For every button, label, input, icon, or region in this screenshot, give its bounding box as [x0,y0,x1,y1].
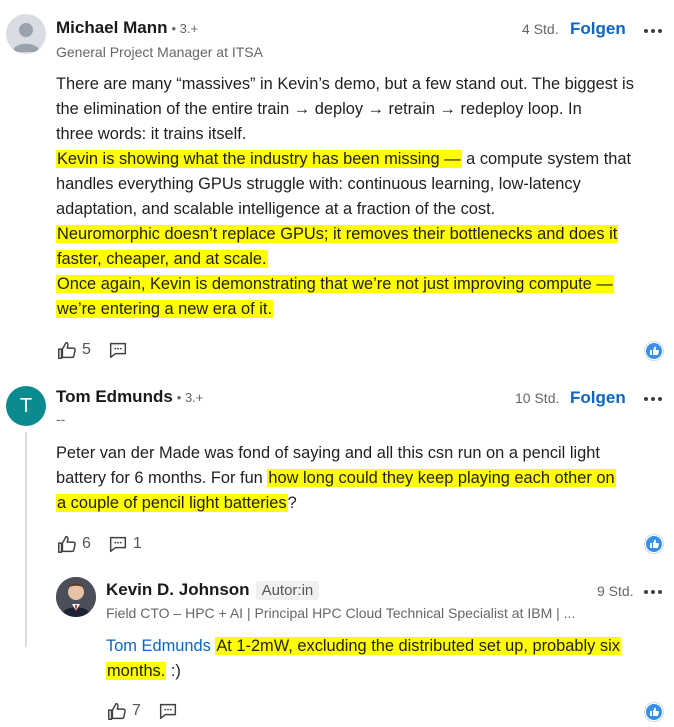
connection-degree: • 3.+ [171,21,199,36]
like-count: 6 [82,535,91,552]
like-icon [58,535,76,553]
reply-button[interactable] [157,700,179,722]
like-icon [58,341,76,359]
text-segment: battery for 6 months. For fun [56,469,268,487]
text-line: Once again, Kevin is demonstrating that … [56,272,634,297]
highlighted-text: we’re entering a new era of it. [56,300,274,318]
highlighted-text: Once again, Kevin is demonstrating that … [56,275,614,293]
text-line: faster, cheaper, and at scale. [56,247,634,272]
reply-button[interactable] [107,339,129,361]
text-segment: handles everything GPUs struggle with: c… [56,175,581,193]
more-icon[interactable] [644,24,666,38]
text-line: Peter van der Made was fond of saying an… [56,441,616,466]
text-line: three words: it trains itself. [56,122,634,147]
mention-link[interactable]: Tom Edmunds [106,637,211,655]
comment-actions: 5 [56,339,145,361]
text-line: we’re entering a new era of it. [56,297,634,322]
like-count: 7 [132,702,141,719]
reply-button[interactable]: 1 [107,533,142,555]
comment-icon [159,703,176,720]
text-line: the elimination of the entire train → de… [56,97,634,122]
text-segment: Peter van der Made was fond of saying an… [56,444,600,462]
text-line: handles everything GPUs struggle with: c… [56,172,634,197]
avatar[interactable]: T [6,386,46,426]
text-line: Kevin is showing what the industry has b… [56,147,634,172]
reaction-like-badge[interactable] [645,342,663,360]
avatar-letter: T [19,395,33,417]
text-segment: There are many “massives” in Kevin’s dem… [56,75,634,93]
connection-degree: • 3.+ [176,390,204,405]
thumbs-up-icon [650,539,659,548]
highlighted-text: months. [106,662,167,680]
comment-icon [109,342,126,359]
commenter-name[interactable]: Michael Mann • 3.+ [56,18,198,38]
comment-actions: 6 1 [56,533,158,555]
comment-tom-edmunds: T Tom Edmunds • 3.+ -- 10 Std. Folgen Pet… [0,372,674,727]
commenter-headline: General Project Manager at ITSA [56,44,263,60]
highlighted-text: Neuromorphic doesn’t replace GPUs; it re… [56,225,619,243]
comment-icon [109,536,126,553]
reply-text: Tom Edmunds At 1-2mW, excluding the dist… [106,634,621,684]
comment-michael-mann: Michael Mann • 3.+ General Project Manage… [0,0,674,372]
comment-text: Peter van der Made was fond of saying an… [56,441,616,516]
text-segment: adaptation, and scalable intelligence at… [56,200,496,218]
text-segment: the elimination of the entire train → de… [56,100,582,118]
comment-timestamp: 10 Std. [515,390,560,406]
text-line: battery for 6 months. For fun how long c… [56,466,616,491]
highlighted-text: how long could they keep playing each ot… [267,469,616,487]
reaction-like-badge[interactable] [645,703,663,721]
commenter-name[interactable]: Tom Edmunds • 3.+ [56,387,203,407]
highlighted-text: Kevin is showing what the industry has b… [56,150,462,168]
text-line: months. :) [106,659,621,684]
more-icon[interactable] [644,585,666,599]
follow-button[interactable]: Folgen [570,19,626,39]
text-line: adaptation, and scalable intelligence at… [56,197,634,222]
commenter-headline: Field CTO – HPC + AI | Principal HPC Clo… [106,605,576,621]
like-button[interactable]: 7 [106,700,141,722]
comment-text: There are many “massives” in Kevin’s dem… [56,72,634,322]
text-segment: ? [287,494,297,512]
commenter-name[interactable]: Kevin D. Johnson Autor:in [106,580,320,600]
more-icon[interactable] [644,392,666,406]
text-line: There are many “massives” in Kevin’s dem… [56,72,634,97]
text-line: Tom Edmunds At 1-2mW, excluding the dist… [106,634,621,659]
follow-button[interactable]: Folgen [570,388,626,408]
profile-photo-icon [56,577,96,617]
highlighted-text: At 1-2mW, excluding the distributed set … [215,637,621,655]
thumbs-up-icon [650,346,659,355]
person-silhouette-icon [12,23,40,52]
text-segment: three words: it trains itself. [56,125,247,143]
text-segment: a compute system that [461,150,632,168]
highlighted-text: a couple of pencil light batteries [56,494,288,512]
reply-count: 1 [132,535,142,552]
commenter-headline: -- [56,411,66,427]
text-segment: :) [166,662,181,680]
like-button[interactable]: 5 [56,339,91,361]
like-button[interactable]: 6 [56,533,91,555]
thumbs-up-icon [650,707,659,716]
author-badge: Autor:in [255,581,320,600]
like-count: 5 [82,341,91,358]
thread-connector-curve [25,572,27,600]
highlighted-text: faster, cheaper, and at scale. [56,250,268,268]
avatar[interactable] [56,577,96,617]
reaction-like-badge[interactable] [645,535,663,553]
comment-timestamp: 4 Std. [522,21,559,37]
text-line: Neuromorphic doesn’t replace GPUs; it re… [56,222,634,247]
reply-actions: 7 [106,700,195,722]
like-icon [108,702,126,720]
reply-kevin-johnson: Kevin D. Johnson Autor:in Field CTO – HPC… [0,572,674,727]
reply-timestamp: 9 Std. [597,583,634,599]
avatar[interactable] [6,14,46,54]
text-line: a couple of pencil light batteries? [56,491,616,516]
